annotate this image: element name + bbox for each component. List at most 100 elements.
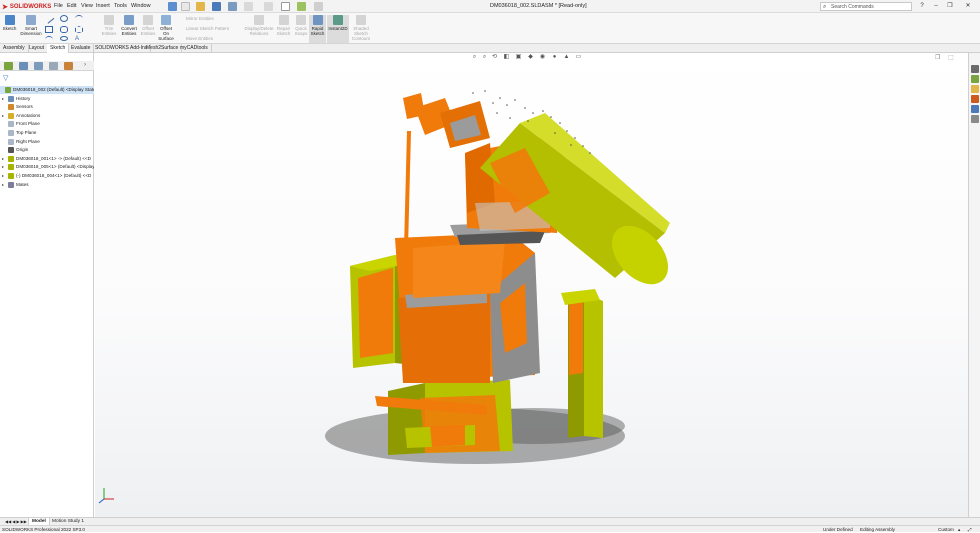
- slot-tool-icon[interactable]: [60, 26, 68, 33]
- ellipse-tool-icon[interactable]: [60, 36, 68, 41]
- open-folder-icon[interactable]: [196, 2, 205, 11]
- display-delete-relations-button[interactable]: Display/Delete Relations: [244, 15, 274, 36]
- appearances-icon[interactable]: [971, 105, 979, 113]
- trim-icon: [104, 15, 114, 25]
- offset-icon: [143, 15, 153, 25]
- solidworks-resources-icon[interactable]: [971, 65, 979, 73]
- arc-tool-icon[interactable]: [45, 36, 53, 43]
- tree-item[interactable]: ▸ History: [0, 95, 94, 103]
- menu-tools[interactable]: Tools: [114, 3, 127, 9]
- expand-arrow-icon[interactable]: ▸: [2, 163, 4, 171]
- filter-icon[interactable]: ▽: [3, 74, 8, 82]
- close-button[interactable]: ✕: [962, 2, 974, 11]
- display-manager-tab-icon[interactable]: [64, 62, 73, 70]
- tree-item[interactable]: Front Plane: [0, 120, 94, 128]
- dimxpert-tab-icon[interactable]: [49, 62, 58, 70]
- chevron-right-icon[interactable]: ›: [84, 62, 93, 70]
- assembly-icon: [5, 87, 11, 93]
- repair-sketch-button[interactable]: Repair Sketch: [275, 15, 292, 36]
- menu-view[interactable]: View: [81, 3, 93, 9]
- line-tool-icon[interactable]: [43, 13, 55, 24]
- tree-item[interactable]: ▸ (-) DM036018_004<1> (Default) <<D: [0, 172, 94, 180]
- smart-dimension-icon: [26, 15, 36, 25]
- convert-entities-button[interactable]: Convert Entities: [119, 15, 139, 36]
- save-icon[interactable]: [212, 2, 221, 11]
- offset-entities-button[interactable]: Offset Entities: [139, 15, 157, 36]
- options-gear-icon[interactable]: [314, 2, 323, 11]
- offset-on-surface-button[interactable]: Offset On Surface: [157, 15, 175, 41]
- menu-file[interactable]: File: [54, 3, 63, 9]
- circle-tool-icon[interactable]: [60, 15, 68, 22]
- linear-sketch-pattern-button[interactable]: Linear Sketch Pattern: [186, 26, 229, 31]
- rebuild-icon[interactable]: [264, 2, 273, 11]
- document-title: DM036018_002.SLDASM * [Read-only]: [490, 3, 587, 9]
- expand-arrow-icon[interactable]: ▸: [2, 95, 4, 103]
- menu-edit[interactable]: Edit: [67, 3, 76, 9]
- tree-item[interactable]: DM036018_002 (Default) <Display State-1>: [0, 86, 94, 94]
- sketch-button[interactable]: Sketch: [2, 15, 17, 31]
- tab-assembly[interactable]: Assembly: [0, 44, 29, 53]
- menu-insert[interactable]: Insert: [96, 3, 110, 9]
- home-icon[interactable]: [168, 2, 177, 11]
- search-commands-input[interactable]: ⌕ Search Commands: [820, 2, 912, 11]
- tab-mycadtools[interactable]: myCADtools: [177, 44, 212, 53]
- instant2d-icon: [333, 15, 343, 25]
- print-icon[interactable]: [228, 2, 237, 11]
- custom-properties-icon[interactable]: [971, 115, 979, 123]
- select-pointer-icon[interactable]: [281, 2, 290, 11]
- tree-item-label: (-) DM036018_004<1> (Default) <<D: [16, 173, 92, 178]
- motor-fin: [403, 93, 425, 119]
- smart-dimension-button[interactable]: Smart Dimension: [20, 15, 42, 36]
- plane-icon: [8, 121, 14, 128]
- tab-sketch[interactable]: Sketch: [47, 44, 70, 53]
- property-manager-tab-icon[interactable]: [19, 62, 28, 70]
- tree-item[interactable]: ▸ DM036018_005<1> (Default) <Display: [0, 163, 94, 171]
- configuration-manager-tab-icon[interactable]: [34, 62, 43, 70]
- view-palette-icon[interactable]: [971, 95, 979, 103]
- file-explorer-icon[interactable]: [971, 85, 979, 93]
- mirror-entities-button[interactable]: Mirror Entities: [186, 16, 214, 21]
- plane-icon: [8, 138, 14, 145]
- expand-arrow-icon[interactable]: ▸: [2, 172, 4, 180]
- tree-item[interactable]: Top Plane: [0, 129, 94, 137]
- tab-layout[interactable]: Layout: [26, 44, 49, 53]
- tree-item-label: Top Plane: [16, 130, 37, 135]
- right-block-orange: [569, 300, 583, 375]
- expand-arrow-icon[interactable]: ▸: [2, 181, 4, 189]
- rapid-sketch-button[interactable]: Rapid Sketch: [309, 15, 326, 43]
- rectangle-tool-icon[interactable]: [45, 26, 53, 33]
- solidworks-logo[interactable]: ➤ SOLIDWORKS: [2, 2, 51, 11]
- instant2d-button[interactable]: Instant2D: [327, 15, 349, 43]
- rebuild-traffic-light-icon[interactable]: [297, 2, 306, 11]
- tree-item[interactable]: Sensors: [0, 103, 94, 111]
- expand-arrow-icon[interactable]: ▸: [2, 112, 4, 120]
- quick-snaps-button[interactable]: Quick Snaps: [293, 15, 309, 36]
- text-tool-icon[interactable]: A: [75, 36, 83, 43]
- new-document-icon[interactable]: [181, 2, 190, 11]
- feature-manager-tab-icon[interactable]: [4, 62, 13, 70]
- tab-evaluate[interactable]: Evaluate: [68, 44, 95, 53]
- shaded-sketch-contours-button[interactable]: Shaded Sketch Contours: [351, 15, 371, 41]
- polygon-tool-icon[interactable]: [75, 26, 83, 33]
- trim-entities-button[interactable]: Trim Entities: [100, 15, 118, 36]
- graphics-area[interactable]: ⌕ ⌕ ⟲ ◧ ▣ ◆ ◉ ● ▲ ▭ ❐ ⬚: [95, 53, 968, 517]
- restore-button[interactable]: ❐: [944, 2, 956, 11]
- move-entities-button[interactable]: Move Entities: [186, 36, 213, 41]
- undo-icon[interactable]: [244, 2, 253, 11]
- lower-orange-block: [430, 425, 465, 447]
- tree-item[interactable]: Origin: [0, 146, 94, 154]
- tree-item-label: DM036018_001<1> -> (Default) <<D: [16, 155, 91, 161]
- expand-arrow-icon[interactable]: ▸: [2, 155, 4, 163]
- tree-item-label: Front Plane: [16, 121, 40, 127]
- design-library-icon[interactable]: [971, 75, 979, 83]
- menu-window[interactable]: Window: [131, 3, 151, 9]
- tree-item[interactable]: ▸ DM036018_001<1> -> (Default) <<D: [0, 155, 94, 163]
- tree-item[interactable]: ▸ Mates: [0, 181, 94, 189]
- tree-item[interactable]: ▸ Annotations: [0, 112, 94, 120]
- command-manager-ribbon: Sketch Smart Dimension A Trim Entities C…: [0, 13, 980, 44]
- spline-tool-icon[interactable]: [75, 15, 83, 22]
- tree-item[interactable]: Right Plane: [0, 138, 94, 146]
- minimize-button[interactable]: –: [930, 2, 942, 11]
- help-button[interactable]: ?: [916, 2, 928, 11]
- relations-icon: [254, 15, 264, 25]
